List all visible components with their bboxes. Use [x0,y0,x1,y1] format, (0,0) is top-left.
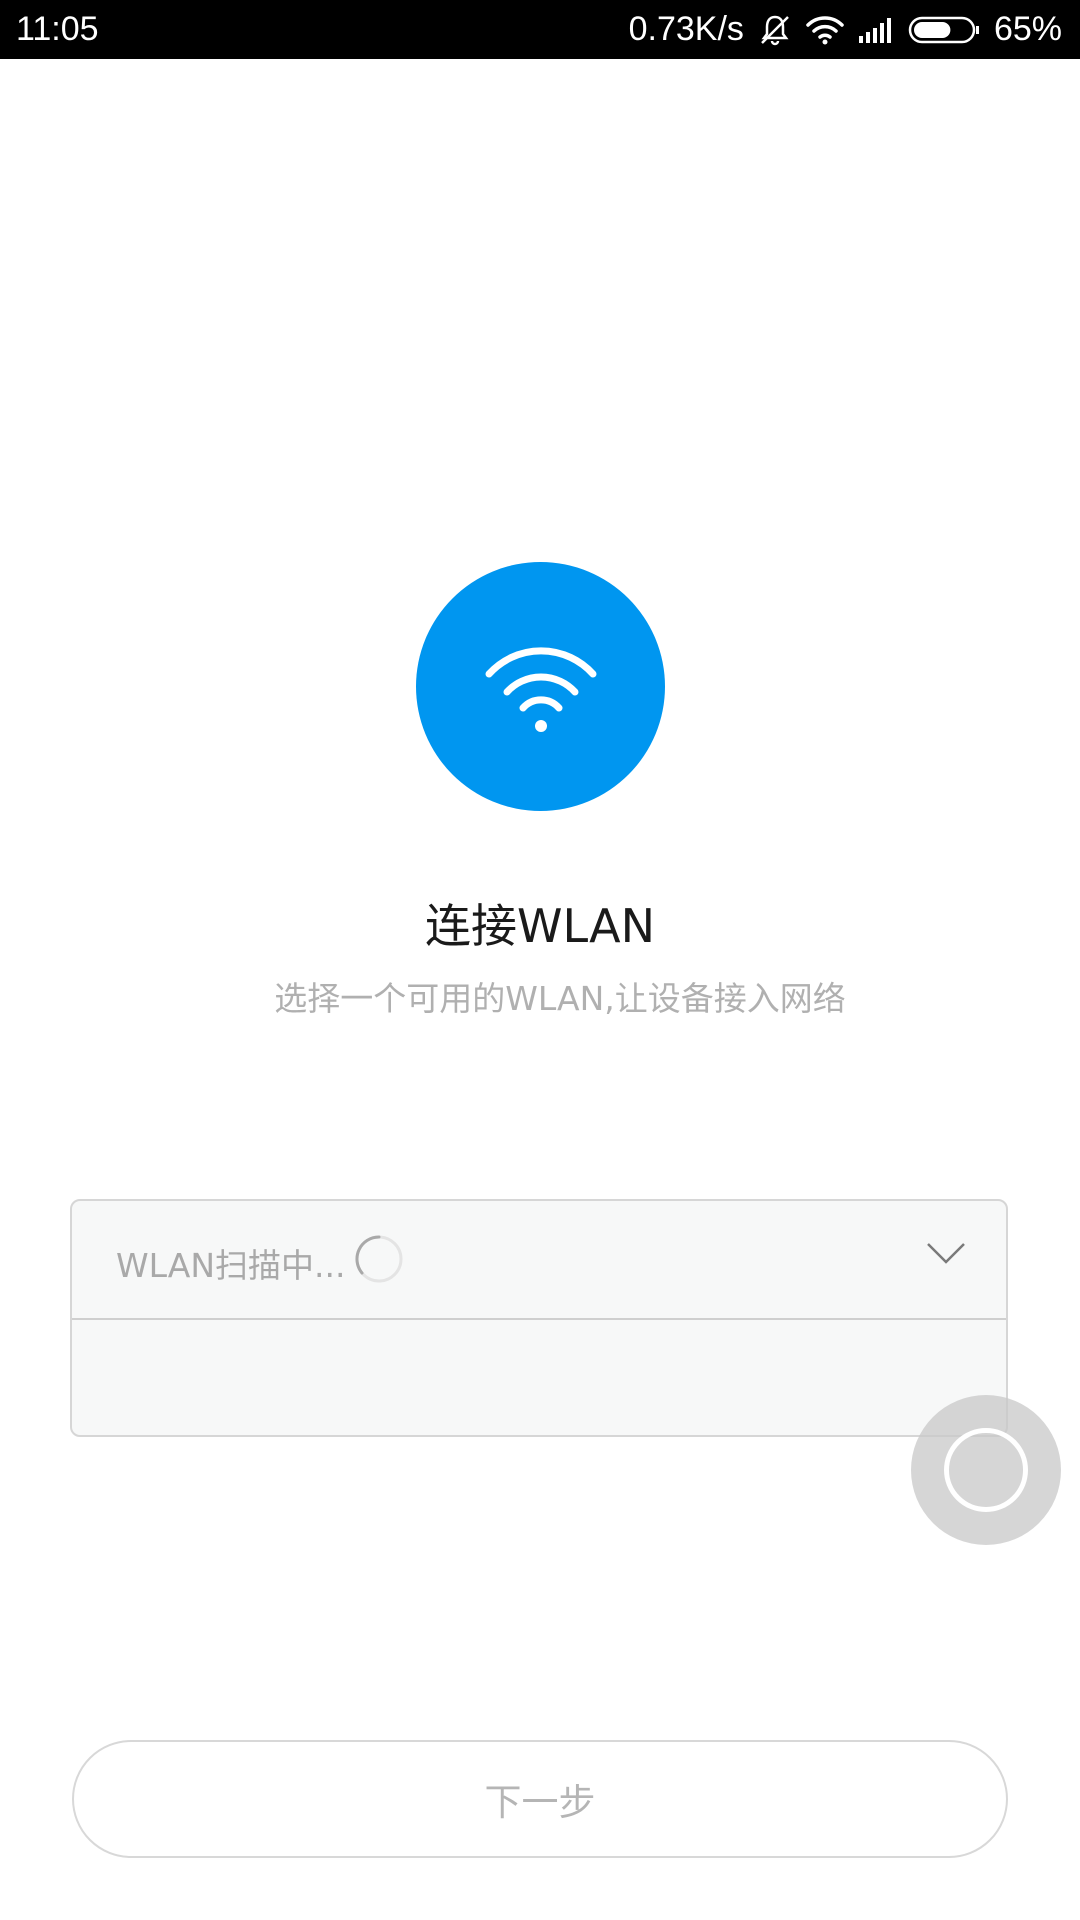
network-dropdown[interactable]: WLAN扫描中... [72,1201,1006,1320]
next-button[interactable]: 下一步 [72,1740,1008,1858]
wifi-icon [806,15,844,45]
page-title: 连接WLAN [424,899,656,953]
signal-icon [858,16,894,44]
wifi-hero-icon [416,562,665,811]
loading-spinner-icon [354,1234,404,1284]
status-time: 11:05 [16,10,99,48]
scan-status-text: WLAN扫描中... [116,1246,346,1285]
screen: 11:05 0.73K/s 65% 连接WLAN 选择一个可用的WLAN,让设备… [0,0,1080,1920]
net-speed: 0.73K/s [628,10,744,48]
chevron-down-icon[interactable] [926,1241,966,1267]
mute-bell-icon [758,13,792,47]
battery-icon [908,15,980,45]
battery-percent: 65% [993,10,1062,48]
assistive-touch-button[interactable] [911,1395,1061,1545]
status-right: 0.73K/s 65% [629,0,1062,59]
status-bar: 11:05 0.73K/s 65% [0,0,1080,59]
page-subtitle: 选择一个可用的WLAN,让设备接入网络 [274,979,846,1018]
network-selector: WLAN扫描中... [70,1199,1008,1437]
assistive-touch-icon [944,1428,1028,1512]
wifi-icon [485,646,596,732]
